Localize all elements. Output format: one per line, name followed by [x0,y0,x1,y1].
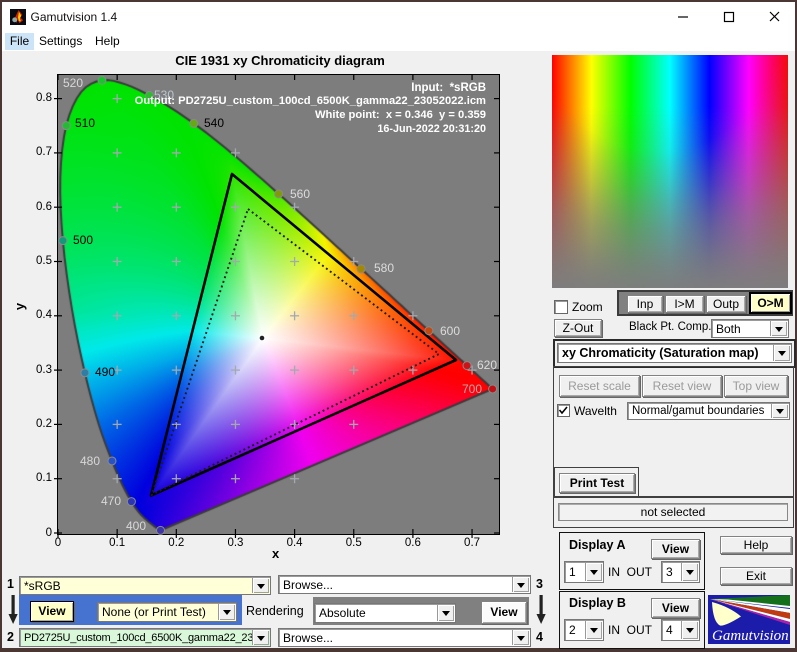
svg-text:Gamutvision: Gamutvision [712,628,789,644]
